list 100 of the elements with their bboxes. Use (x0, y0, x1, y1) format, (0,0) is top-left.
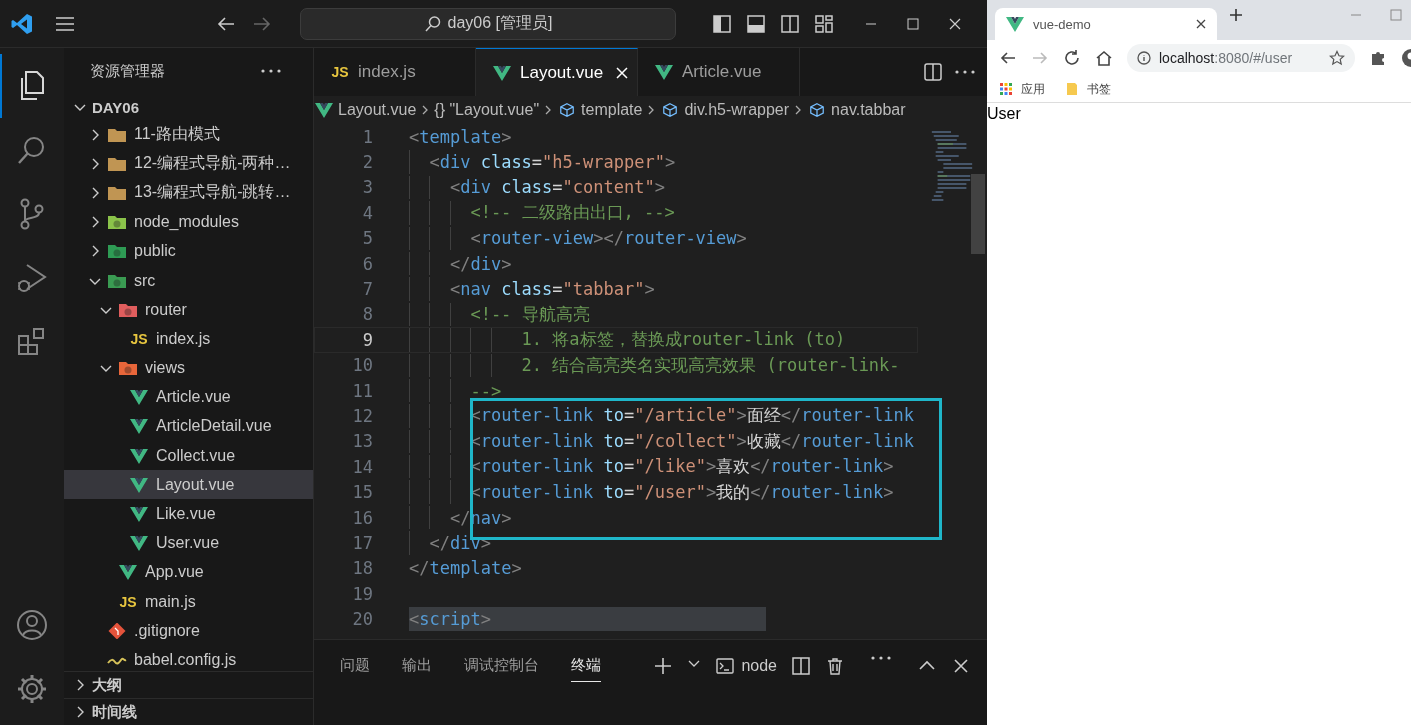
star-icon[interactable] (1329, 50, 1345, 66)
close-icon[interactable] (615, 65, 630, 80)
tree-item[interactable]: .gitignore (64, 616, 313, 646)
breadcrumb-item[interactable]: {} "Layout.vue" (434, 101, 540, 119)
tree-item[interactable]: views (64, 353, 313, 383)
panel-tab[interactable]: 终端 (571, 656, 601, 682)
code-line: <div class="h5-wrapper"> (428, 152, 676, 173)
line-number: 18 (351, 558, 373, 579)
bookmark[interactable]: 书签 (1065, 80, 1111, 98)
code-line: </template> (409, 558, 522, 579)
split-layout-icon[interactable] (780, 13, 800, 34)
tree-item[interactable]: public (64, 236, 313, 266)
reload-icon[interactable] (1063, 49, 1081, 67)
v-icon (314, 102, 334, 118)
breadcrumb-item[interactable]: template (557, 101, 643, 119)
panel-tab[interactable]: 调试控制台 (464, 656, 539, 681)
breadcrumb-item[interactable]: Layout.vue (314, 101, 417, 119)
v-icon (129, 535, 149, 552)
trash-icon[interactable] (825, 656, 845, 676)
search-field[interactable]: day06 [管理员] (300, 7, 676, 40)
v-icon (129, 447, 149, 464)
maximize-icon[interactable] (906, 16, 920, 31)
panel-tab[interactable]: 问题 (340, 656, 370, 681)
extensions-icon[interactable] (1369, 49, 1387, 67)
v-icon (654, 64, 674, 80)
more-icon[interactable] (871, 656, 891, 660)
line-number: 19 (351, 583, 373, 604)
tree-item[interactable]: 12-编程式导航-两种… (64, 149, 313, 179)
file-type-label: JS (118, 593, 138, 610)
code-line: <div class="content"> (448, 177, 665, 198)
breadcrumb-item[interactable]: div.h5-wrapper (660, 101, 790, 119)
line-number: 10 (351, 355, 373, 376)
more-icon[interactable] (261, 69, 281, 73)
tree-item[interactable]: User.vue (64, 528, 313, 558)
custom-layout-icon[interactable] (814, 13, 834, 34)
terminal-selector[interactable]: node (715, 656, 777, 676)
settings-icon[interactable] (15, 672, 49, 706)
more-icon[interactable] (955, 70, 975, 74)
new-tab-icon[interactable] (1229, 8, 1243, 22)
tree-item[interactable]: ArticleDetail.vue (64, 411, 313, 442)
line-number: 8 (361, 304, 373, 325)
info-icon[interactable] (1137, 51, 1151, 65)
tree-item[interactable]: router (64, 295, 313, 325)
search-icon (423, 14, 442, 33)
grid-icon (999, 82, 1013, 96)
add-terminal-icon[interactable] (653, 656, 674, 676)
tree-item[interactable]: Layout.vue (64, 470, 313, 500)
editor-tab[interactable]: Layout.vue (476, 48, 638, 96)
section-header[interactable]: 时间线 (64, 698, 313, 725)
tree-item[interactable]: babel.config.js (64, 645, 313, 671)
browser-tab[interactable]: vue-demo (995, 8, 1217, 40)
tree-item[interactable]: JS index.js (64, 324, 313, 354)
folder-icon (107, 155, 127, 172)
sidebar-layout-icon[interactable] (712, 13, 732, 34)
editor-tab[interactable]: Article.vue (638, 48, 800, 96)
panel-tab[interactable]: 输出 (402, 656, 432, 681)
tree-item[interactable]: 11-路由模式 (64, 120, 313, 150)
close-icon[interactable] (1195, 18, 1207, 30)
scrollbar[interactable] (971, 174, 985, 254)
code-line: <!-- 导航高亮 (469, 302, 590, 326)
page-text: User (987, 105, 1021, 122)
breadcrumb-item[interactable]: nav.tabbar (807, 101, 906, 119)
account-icon[interactable] (15, 608, 49, 642)
line-number: 9 (361, 329, 373, 350)
section-header[interactable]: 大纲 (64, 671, 313, 698)
line-number: 1 (361, 126, 373, 147)
address-bar[interactable]: localhost:8080/#/user (1127, 44, 1355, 72)
tree-item[interactable]: Article.vue (64, 382, 313, 412)
tree-item[interactable]: node_modules (64, 207, 313, 237)
bookmark[interactable]: 应用 (999, 80, 1045, 98)
line-number: 4 (361, 202, 373, 223)
v-icon (118, 564, 138, 581)
split-terminal-icon[interactable] (791, 656, 811, 676)
v-icon (129, 476, 149, 493)
line-number: 13 (351, 431, 373, 452)
tree-item[interactable]: JS main.js (64, 587, 313, 617)
v-icon (1005, 16, 1025, 32)
section-header[interactable]: DAY06 (64, 94, 313, 120)
tree-item[interactable]: Like.vue (64, 499, 313, 529)
code-line: --> (469, 380, 502, 401)
tree-item[interactable]: Collect.vue (64, 441, 313, 471)
code-line: </div> (448, 253, 512, 274)
line-number: 6 (361, 253, 373, 274)
split-editor-icon[interactable] (923, 62, 943, 82)
folder-icon (118, 301, 138, 318)
line-number: 16 (351, 507, 373, 528)
tree-item[interactable]: App.vue (64, 557, 313, 587)
profile-icon[interactable] (1401, 48, 1411, 68)
file-type-label: JS (330, 64, 350, 80)
code-line: <router-view></router-view> (469, 228, 747, 249)
line-number: 20 (351, 609, 373, 630)
folder-icon (107, 272, 127, 289)
app-logo-icon (10, 11, 34, 36)
run-debug-icon[interactable] (15, 261, 49, 295)
tree-item[interactable]: 13-编程式导航-跳转… (64, 178, 313, 208)
v-icon (492, 64, 512, 81)
line-number: 7 (361, 279, 373, 300)
panel-layout-icon[interactable] (746, 13, 766, 34)
home-icon[interactable] (1095, 49, 1113, 67)
tree-item[interactable]: src (64, 265, 313, 296)
